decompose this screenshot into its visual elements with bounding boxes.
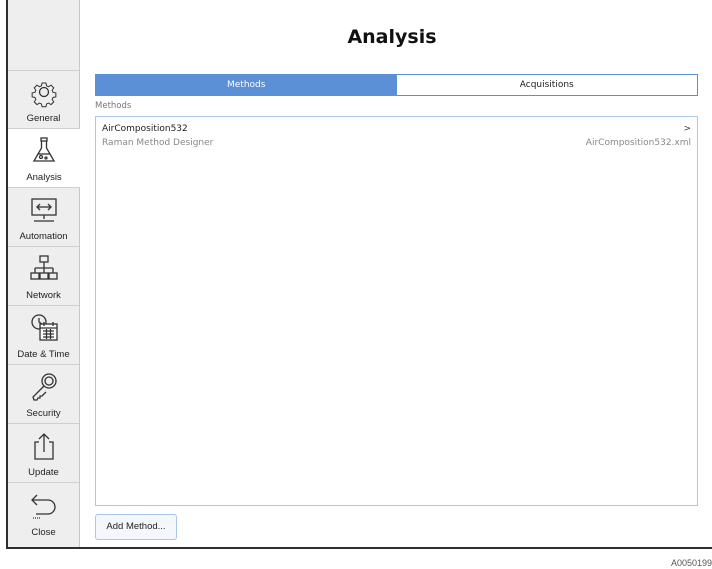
methods-section-label: Methods bbox=[95, 101, 132, 111]
sidebar-item-label: Analysis bbox=[26, 172, 62, 183]
sidebar-item-label: General bbox=[26, 113, 61, 124]
flask-icon bbox=[32, 137, 56, 162]
sidebar-item-close[interactable]: Close bbox=[8, 483, 79, 542]
sidebar-item-update[interactable]: Update bbox=[8, 424, 79, 483]
sidebar-item-network[interactable]: Network bbox=[8, 247, 79, 306]
upload-icon bbox=[33, 433, 54, 460]
list-item[interactable]: AirComposition532 Raman Method Designer … bbox=[102, 123, 691, 151]
sidebar-item-label: Security bbox=[26, 408, 61, 419]
sidebar-item-automation[interactable]: Automation bbox=[8, 188, 79, 247]
back-arrow-icon bbox=[30, 494, 56, 519]
network-icon bbox=[29, 255, 58, 280]
chevron-right-icon: > bbox=[683, 124, 691, 134]
add-method-button[interactable]: Add Method... bbox=[95, 514, 177, 540]
sidebar-item-security[interactable]: Security bbox=[8, 365, 79, 424]
clock-calendar-icon bbox=[30, 314, 58, 341]
method-designer: Raman Method Designer bbox=[102, 138, 214, 148]
method-name: AirComposition532 bbox=[102, 124, 188, 134]
sidebar-item-label: Close bbox=[31, 527, 56, 538]
sidebar-item-analysis[interactable]: Analysis bbox=[8, 129, 80, 188]
sidebar-header bbox=[8, 0, 79, 71]
sidebar-item-label: Update bbox=[28, 467, 59, 478]
monitor-arrows-icon bbox=[30, 198, 57, 222]
page-title: Analysis bbox=[347, 26, 437, 48]
gear-icon bbox=[31, 82, 56, 108]
methods-list: AirComposition532 Raman Method Designer … bbox=[95, 116, 698, 506]
method-file: AirComposition532.xml bbox=[585, 138, 691, 148]
sidebar: General Analysis Automation Network Date… bbox=[8, 0, 80, 547]
sidebar-item-general[interactable]: General bbox=[8, 70, 79, 129]
tab-bar: Methods Acquisitions bbox=[95, 74, 698, 96]
tab-methods[interactable]: Methods bbox=[96, 75, 397, 95]
sidebar-item-label: Automation bbox=[19, 231, 68, 242]
sidebar-item-label: Network bbox=[26, 290, 61, 301]
figure-id: A0050199 bbox=[670, 558, 712, 568]
sidebar-item-label: Date & Time bbox=[17, 349, 70, 360]
tab-acquisitions[interactable]: Acquisitions bbox=[397, 75, 698, 95]
sidebar-item-date-time[interactable]: Date & Time bbox=[8, 306, 79, 365]
key-icon bbox=[31, 373, 57, 401]
